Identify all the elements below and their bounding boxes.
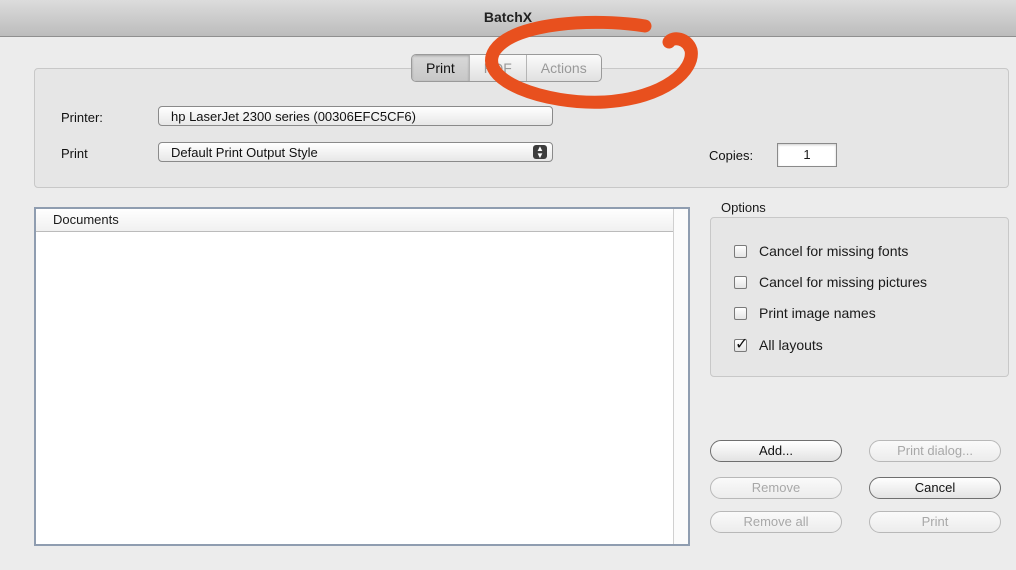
checkbox[interactable] [734, 275, 747, 289]
printer-select[interactable]: hp LaserJet 2300 series (00306EFC5CF6) [158, 106, 553, 126]
tab-bar: Print PDF Actions [411, 54, 602, 82]
option-label: Cancel for missing fonts [759, 243, 909, 259]
print-settings-panel [34, 68, 1009, 188]
checkmark-icon: ✓ [735, 335, 749, 353]
remove-all-button[interactable]: Remove all [710, 511, 842, 533]
options-title: Options [721, 200, 766, 215]
documents-scrollbar[interactable] [673, 209, 688, 544]
popup-arrows-icon: ▲ ▼ [533, 145, 547, 160]
window-title: BatchX [0, 0, 1016, 37]
copies-label: Copies: [709, 148, 754, 163]
copies-input[interactable]: 1 [777, 143, 837, 167]
documents-list[interactable]: Documents [34, 207, 690, 546]
print-dialog-button[interactable]: Print dialog... [869, 440, 1001, 462]
add-button[interactable]: Add... [710, 440, 842, 462]
option-cancel-missing-pictures[interactable]: Cancel for missing pictures [734, 273, 927, 291]
checkbox[interactable] [734, 306, 747, 320]
option-all-layouts[interactable]: ✓ All layouts [734, 336, 823, 354]
checkbox-checked[interactable]: ✓ [734, 336, 748, 353]
tab-actions[interactable]: Actions [525, 55, 601, 81]
option-label: Cancel for missing pictures [759, 274, 928, 290]
tab-print[interactable]: Print [412, 55, 469, 81]
print-style-select-value: Default Print Output Style [171, 145, 318, 160]
tab-pdf[interactable]: PDF [468, 55, 526, 81]
option-print-image-names[interactable]: Print image names [734, 304, 876, 322]
print-button[interactable]: Print [869, 511, 1001, 533]
printer-select-value: hp LaserJet 2300 series (00306EFC5CF6) [171, 109, 416, 124]
documents-column-header[interactable]: Documents [36, 209, 688, 232]
option-label: Print image names [759, 305, 876, 321]
print-style-label: Print [61, 146, 88, 161]
cancel-button[interactable]: Cancel [869, 477, 1001, 499]
printer-label: Printer: [61, 110, 103, 125]
remove-button[interactable]: Remove [710, 477, 842, 499]
option-label: All layouts [759, 337, 823, 353]
option-cancel-missing-fonts[interactable]: Cancel for missing fonts [734, 242, 908, 260]
print-style-select[interactable]: Default Print Output Style ▲ ▼ [158, 142, 553, 162]
checkbox[interactable] [734, 244, 747, 258]
